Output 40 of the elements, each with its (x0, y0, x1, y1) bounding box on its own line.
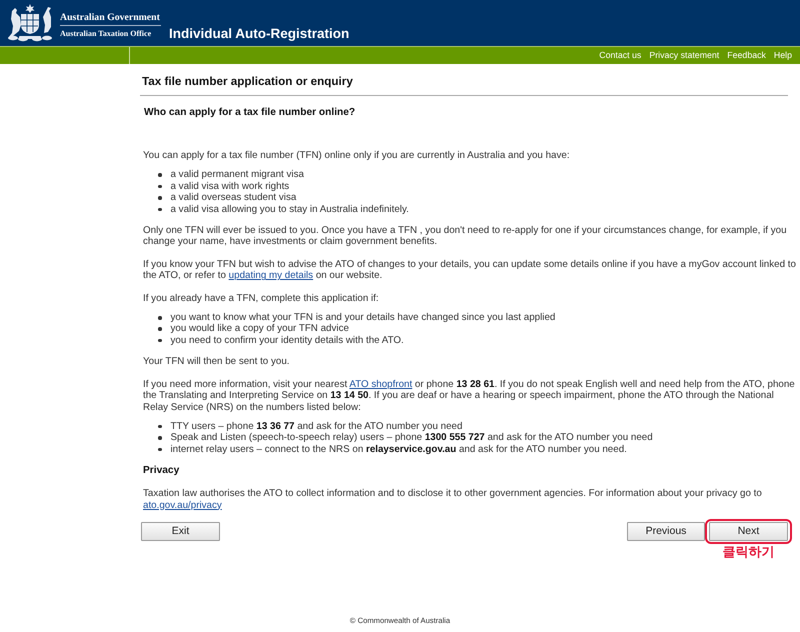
list-item-text: internet relay users – connect to the NRS on relayservice.gov.au and ask for the ATO number you need. (170, 444, 627, 456)
paragraph-text: Your TFN will then be sent to you. (143, 356, 290, 368)
list-item-text: a valid visa with work rights (170, 180, 290, 192)
agency-name: Australian Taxation Office (60, 29, 152, 39)
bullet-icon (158, 184, 162, 188)
list-item-text: a valid overseas student visa (170, 192, 296, 204)
bullet-icon (158, 316, 162, 320)
list-item-text: TTY users – phone 13 36 77 and ask for the ATO number you need (170, 420, 462, 432)
paragraph-text: Only one TFN will ever be issued to you. Once you have a TFN , you don't need to re-apply for one if your circumstances change, for example, if you change your name, have investments or claim government benefits. (143, 225, 788, 248)
bullet-icon (158, 448, 162, 452)
bullet-icon (158, 436, 162, 440)
paragraph-text: If you know your TFN but wish to advise the ATO of changes to your details, you can update some details online if you have a myGov account linked to the ATO, or refer to updating my details on our website. (143, 258, 797, 282)
callout-text: 클릭하기 (722, 544, 774, 560)
paragraph-text: If you already have a TFN, complete this application if: (143, 292, 379, 304)
list-item-text: you would like a copy of your TFN advice (170, 323, 349, 335)
previous-button[interactable]: Previous (627, 522, 705, 541)
agency-name: Australian Government (60, 12, 160, 23)
section-heading: Who can apply for a tax file number online? (143, 107, 356, 119)
bullet-icon (158, 327, 162, 331)
bullet-icon (158, 196, 162, 200)
list-item-text: you need to confirm your identity details with the ATO. (170, 334, 404, 346)
bullet-icon (158, 208, 162, 212)
exit-button[interactable]: Exit (141, 522, 220, 541)
bullet-icon (158, 338, 162, 342)
app-title: Individual Auto-Registration (169, 26, 350, 42)
text-link[interactable]: updating my details (228, 270, 314, 282)
paragraph-text: You can apply for a tax file number (TFN) online only if you are currently in Australia and you have: (143, 150, 570, 162)
next-button[interactable]: Next (709, 522, 788, 541)
list-item-text: Speak and Listen (speech-to-speech relay) users – phone 1300 555 727 and ask for the ATO number you need (170, 432, 653, 444)
list-item-text: you want to know what your TFN is and your details have changed since you last applied (170, 312, 556, 324)
bullet-icon (158, 424, 162, 428)
paragraph-text: If you need more information, visit your nearest ATO shopfront or phone 13 28 61. If you do not speak English well and need help from the ATO, phone the Translating and Interpreting Service on 13 14 50. If you are deaf or have a hearing or speech impairment, phone the ATO through the National Relay Service (NRS) on the numbers listed below: (143, 378, 796, 413)
list-item-text: a valid permanent migrant visa (170, 169, 304, 181)
section-heading: Privacy (143, 465, 180, 478)
text-link[interactable]: ato.gov.au/privacy (143, 500, 222, 511)
text-link[interactable]: ATO shopfront (349, 378, 412, 390)
list-item-text: a valid visa allowing you to stay in Australia indefinitely. (170, 204, 409, 216)
paragraph-text: Taxation law authorises the ATO to collect information and to disclose it to other government agencies. For information about your privacy go to ato.gov.au/privacy (143, 488, 763, 511)
page-title: Tax file number application or enquiry (141, 75, 353, 89)
bullet-icon (158, 173, 162, 177)
